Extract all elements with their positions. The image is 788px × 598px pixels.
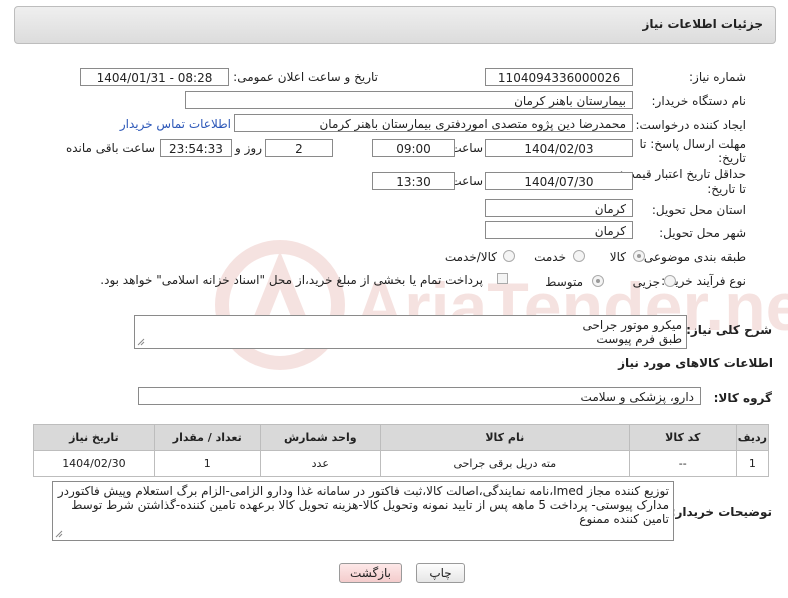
header-panel: جزئیات اطلاعات نیاز (14, 6, 776, 44)
remaining-time-label: ساعت باقی مانده (65, 141, 155, 155)
print-button[interactable]: چاپ (416, 563, 465, 583)
cell-item-name: مته دریل برقی جراحی (379, 450, 630, 477)
days-remaining-field: 2 (265, 139, 333, 157)
table-header-row: ردیف کد کالا نام کالا واحد شمارش تعداد /… (33, 424, 770, 451)
description-line-2: طبق فرم پیوست (596, 332, 682, 346)
goods-section-title: اطلاعات کالاهای مورد نیاز (618, 356, 773, 370)
province-label: استان محل تحویل: (651, 203, 746, 217)
deadline-time-field: 09:00 (372, 139, 455, 157)
col-item-name: نام کالا (379, 424, 630, 451)
buyer-org-label: نام دستگاه خریدار: (651, 94, 747, 108)
cell-item-code: -- (628, 450, 737, 477)
treasury-payment-note: پرداخت تمام یا بخشی از مبلغ خرید،از محل … (100, 273, 483, 287)
category-radio-goods[interactable] (633, 250, 645, 262)
price-validity-time-label: ساعت (450, 174, 483, 188)
buyer-notes-label: توضیحات خریدار: (670, 505, 772, 519)
creator-label: ایجاد کننده درخواست: (635, 118, 746, 132)
goods-group-label: گروه کالا: (713, 391, 772, 405)
buyer-notes-text: توزیع کننده مجاز Imed،نامه نمایندگی،اصال… (57, 484, 669, 526)
col-item-code: کد کالا (628, 424, 737, 451)
price-validity-date-field: 1404/07/30 (485, 172, 633, 190)
col-unit: واحد شمارش (259, 424, 381, 451)
col-quantity: تعداد / مقدار (153, 424, 261, 451)
category-option-goods: کالا (609, 250, 626, 264)
price-validity-label-2: تا تاریخ: (707, 182, 746, 196)
process-radio-medium[interactable] (592, 275, 604, 287)
deadline-date-field: 1404/02/03 (485, 139, 633, 157)
col-row-number: ردیف (735, 424, 770, 451)
page-title: جزئیات اطلاعات نیاز (642, 17, 763, 31)
category-option-goods-service: کالا/خدمت (444, 250, 497, 264)
goods-group-field: دارو، پزشکی و سلامت (138, 387, 701, 405)
category-option-service: خدمت (534, 250, 566, 264)
items-table: ردیف کد کالا نام کالا واحد شمارش تعداد /… (33, 424, 770, 477)
creator-field: محمدرضا دین پژوه متصدی اموردفتری بیمارست… (234, 114, 633, 132)
description-label: شرح کلی نیاز: (686, 323, 772, 337)
treasury-payment-checkbox[interactable] (497, 273, 508, 284)
col-need-date: تاریخ نیاز (33, 424, 155, 451)
remaining-time-field: 23:54:33 (160, 139, 232, 157)
category-radio-service[interactable] (573, 250, 585, 262)
announce-field: 1404/01/31 - 08:28 (80, 68, 229, 86)
need-number-label: شماره نیاز: (689, 70, 746, 84)
cell-quantity: 1 (153, 450, 261, 477)
process-option-medium: متوسط (545, 275, 583, 289)
city-field: کرمان (485, 221, 633, 239)
province-field: کرمان (485, 199, 633, 217)
deadline-label-2: تاریخ: (718, 151, 746, 165)
price-validity-time-field: 13:30 (372, 172, 455, 190)
need-number-field: 1104094336000026 (485, 68, 633, 86)
price-validity-label: حداقل تاریخ اعتبار قیمت: (619, 167, 746, 181)
resize-grip-icon (55, 530, 63, 538)
cell-row-number: 1 (735, 450, 770, 477)
resize-grip-icon (137, 338, 145, 346)
back-button[interactable]: بازگشت (339, 563, 402, 583)
description-line-1: میکرو موتور جراحی (582, 318, 682, 332)
process-option-minor: جزیی (632, 275, 660, 289)
category-label: طبقه بندی موضوعی: (639, 250, 746, 264)
cell-unit: عدد (259, 450, 381, 477)
buyer-contact-link[interactable]: اطلاعات تماس خریدار (120, 117, 231, 131)
buyer-org-field: بیمارستان باهنر کرمان (185, 91, 633, 109)
cell-need-date: 1404/02/30 (33, 450, 155, 477)
city-label: شهر محل تحویل: (659, 226, 746, 240)
process-radio-minor[interactable] (664, 275, 676, 287)
table-row: 1 -- مته دریل برقی جراحی عدد 1 1404/02/3… (33, 450, 770, 477)
buyer-notes-textarea: توزیع کننده مجاز Imed،نامه نمایندگی،اصال… (52, 481, 674, 541)
category-radio-goods-service[interactable] (503, 250, 515, 262)
deadline-time-label: ساعت (450, 141, 483, 155)
days-label: روز و (235, 141, 262, 155)
deadline-label: مهلت ارسال پاسخ: تا (639, 137, 746, 151)
announce-label: تاریخ و ساعت اعلان عمومی: (233, 70, 378, 84)
description-textarea: میکرو موتور جراحی طبق فرم پیوست (134, 315, 687, 349)
